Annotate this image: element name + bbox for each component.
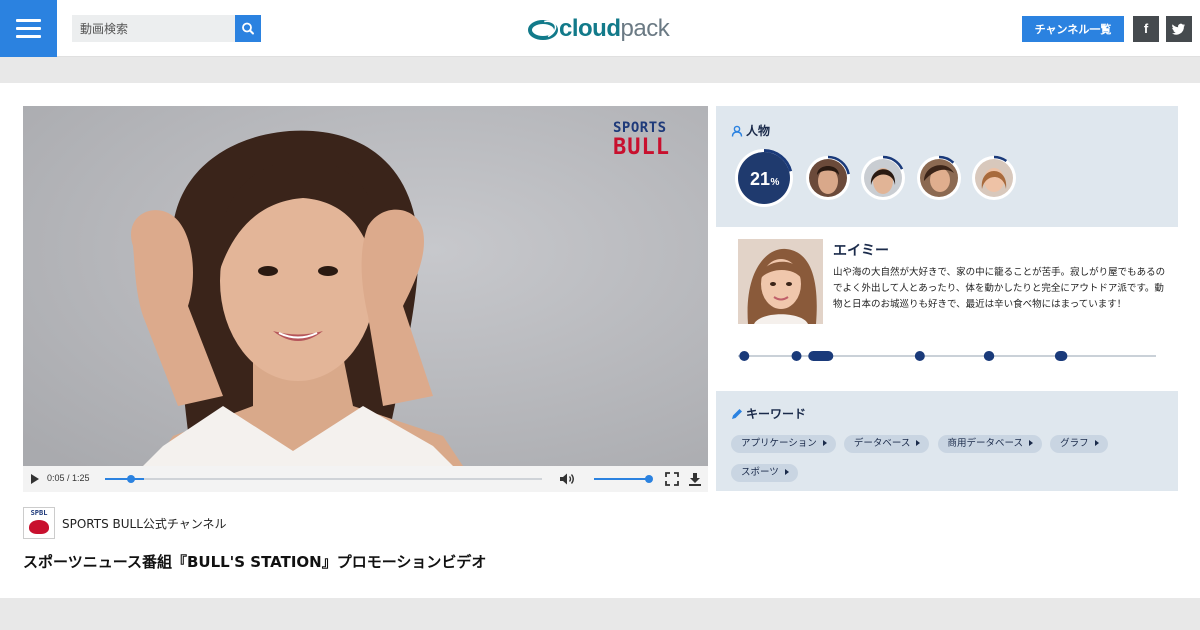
keyword-tags: アプリケーション データベース 商用データベース グラフ スポーツ [731,431,1171,489]
hamburger-menu-button[interactable] [0,0,57,57]
video-search-input[interactable] [72,15,236,42]
keyword-tag[interactable]: データベース [843,435,930,453]
bull-icon [29,520,49,534]
pen-icon [732,409,742,419]
timeline-segment[interactable] [791,351,802,361]
play-icon[interactable] [31,474,39,484]
person-avatar[interactable] [971,155,1017,201]
arrow-right-icon [822,440,827,446]
person-main-percent-unit: % [771,177,780,188]
keyword-tag-label: グラフ [1060,438,1089,449]
keyword-tag[interactable]: 商用データベース [937,435,1043,453]
person-avatar[interactable] [916,155,962,201]
menu-bar-icon [16,35,41,38]
twitter-button[interactable] [1166,16,1192,42]
video-frame-image [23,106,708,466]
timeline-segment[interactable] [1054,351,1068,361]
logo-text-bold: cloud [559,15,621,42]
menu-bar-icon [16,19,41,22]
keyword-tag-label: データベース [853,438,911,449]
person-main-percent-value: 21 [750,169,770,189]
appearance-timeline[interactable] [738,350,1156,362]
keyword-heading-text: キーワード [746,407,807,421]
main-content: SPORTS BULL 0:05 / 1:25 SPBL SPORTS BULL… [0,83,1200,598]
download-icon[interactable] [688,472,702,486]
playback-time: 0:05 / 1:25 [47,473,90,483]
channel-name-link[interactable]: SPORTS BULL公式チャンネル [62,515,227,532]
profile-name: エイミー [833,243,889,259]
keyword-section: キーワード アプリケーション データベース 商用データベース グラフ スポーツ [716,391,1178,491]
profile-section: エイミー 山や海の大自然が大好きで、家の中に籠ることが苦手。寂しがり屋でもあるの… [716,227,1178,373]
keyword-tag[interactable]: スポーツ [731,464,798,482]
watermark-sports-text: SPORTS [613,120,667,136]
menu-bar-icon [16,27,41,30]
profile-photo[interactable] [738,239,823,324]
progress-thumb[interactable] [126,475,135,483]
channel-list-button[interactable]: チャンネル一覧 [1022,16,1124,42]
watermark-bull-text: BULL [613,135,670,160]
timeline-segment[interactable] [808,351,834,361]
cloudpack-logo-icon [528,20,558,40]
video-player-screen[interactable]: SPORTS BULL [23,106,708,466]
volume-slider[interactable] [594,475,653,483]
search-button[interactable] [235,15,261,42]
timeline-segment[interactable] [914,351,925,361]
person-icon [731,125,743,137]
video-controls: 0:05 / 1:25 [23,466,708,492]
volume-icon[interactable] [559,472,575,486]
twitter-icon [1172,23,1185,35]
side-panel: 人物 21 % エイミー 山や海の大自然が大好きで、家の中に籠ることが苦手。寂し… [716,106,1178,491]
keyword-heading: キーワード [731,405,806,422]
facebook-button[interactable]: f [1133,16,1159,42]
keyword-tag-label: アプリケーション [741,438,817,449]
site-header: cloudpack チャンネル一覧 f [0,0,1200,57]
people-heading-text: 人物 [746,124,771,138]
logo-text-light: pack [620,15,670,42]
profile-description: 山や海の大自然が大好きで、家の中に籠ることが苦手。寂しがり屋でもあるのでよく外出… [833,267,1166,310]
facebook-icon: f [1143,21,1149,36]
people-heading: 人物 [731,122,770,139]
sports-bull-watermark: SPORTS BULL [613,121,688,159]
cloudpack-logo[interactable]: cloudpack [527,13,677,45]
arrow-right-icon [784,469,789,475]
search-icon [242,22,254,35]
people-section: 人物 21 % [716,106,1178,227]
person-main-avatar[interactable]: 21 % [733,147,795,209]
timeline-segment[interactable] [983,351,995,361]
timeline-segment[interactable] [739,351,750,361]
keyword-tag-label: スポーツ [741,467,779,478]
arrow-right-icon [1094,440,1099,446]
video-title: スポーツニュース番組『BULL'S STATION』プロモーションビデオ [23,553,487,571]
channel-logo[interactable]: SPBL [23,507,55,539]
arrow-right-icon [916,440,921,446]
progress-bar[interactable] [105,475,542,483]
keyword-tag[interactable]: グラフ [1050,435,1108,453]
keyword-tag[interactable]: アプリケーション [731,435,836,453]
arrow-right-icon [1029,440,1034,446]
progress-fill [105,478,144,480]
channel-logo-text: SPBL [30,509,48,517]
keyword-tag-label: 商用データベース [947,438,1024,449]
volume-thumb[interactable] [645,475,653,483]
person-avatar[interactable] [805,155,851,201]
fullscreen-icon[interactable] [665,472,679,486]
person-avatar[interactable] [860,155,906,201]
